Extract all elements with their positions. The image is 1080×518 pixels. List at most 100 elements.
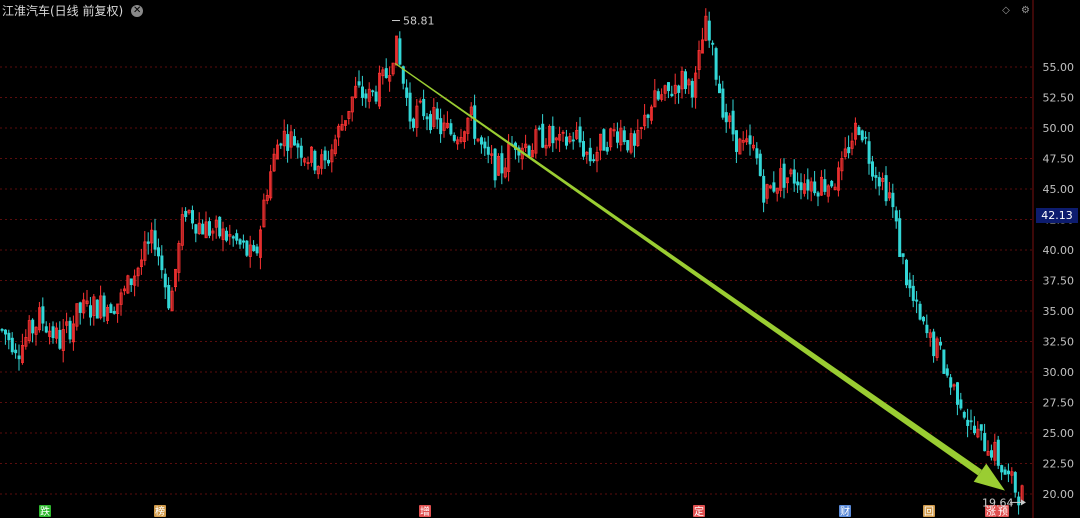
chart-toolbar: ◇ ⚙ — [994, 5, 1030, 16]
candle-body — [411, 118, 415, 128]
chart-title-bar: 江淮汽车(日线 前复权) ✕ — [2, 2, 144, 19]
candle-body — [1007, 470, 1011, 475]
candle-body — [670, 93, 674, 97]
candle-body — [830, 180, 834, 187]
candle-body — [969, 420, 973, 423]
y-tick-label: 22.50 — [1043, 458, 1075, 471]
candle-body — [184, 210, 188, 218]
y-tick-label: 37.50 — [1043, 275, 1075, 288]
candle-body — [857, 126, 861, 135]
candle-body — [422, 98, 426, 117]
candle-body — [973, 425, 977, 434]
candle-body — [911, 285, 915, 301]
candle-body — [871, 161, 875, 177]
candle-body — [449, 123, 453, 135]
candle-body — [918, 303, 922, 320]
candle-body — [735, 130, 739, 152]
candle-body — [905, 259, 909, 286]
candle-body — [95, 299, 99, 319]
candle-body — [633, 133, 637, 146]
candle-body — [238, 239, 242, 245]
y-tick-label: 25.00 — [1043, 427, 1075, 440]
candle-body — [31, 319, 35, 334]
candle-body — [58, 329, 62, 349]
candle-body — [326, 159, 330, 164]
candle-body — [473, 105, 477, 139]
candle-body — [231, 236, 235, 239]
candle-body — [384, 68, 388, 78]
current-price-tag: 42.13 — [1036, 208, 1078, 223]
candle-body — [908, 279, 912, 289]
event-marker-label: 榜 — [155, 505, 165, 518]
candle-body — [813, 181, 817, 194]
candlestick-chart[interactable]: 20.00 22.50 25.00 27.50 30.00 32.50 35.00 37.50… — [0, 0, 1080, 518]
event-marker-label: 增 — [420, 505, 430, 518]
gear-icon[interactable]: ⚙ — [1021, 5, 1030, 16]
candle-body — [44, 326, 48, 333]
candle-body — [782, 163, 786, 188]
candle-body — [167, 284, 171, 309]
candle-body — [486, 146, 490, 155]
candle-body — [656, 91, 660, 100]
candle-body — [891, 192, 895, 208]
candle-body — [956, 382, 960, 405]
candle-body — [884, 175, 888, 202]
candle-body — [721, 88, 725, 118]
y-axis: 20.00 22.50 25.00 27.50 30.00 32.50 35.00 37.50… — [1043, 61, 1075, 501]
candle-body — [68, 320, 72, 340]
candle-body — [17, 355, 21, 360]
candle-body — [129, 278, 133, 286]
candle-body — [235, 233, 239, 241]
candle-body — [218, 216, 222, 237]
candle-body — [772, 182, 776, 192]
candle-body — [571, 139, 575, 142]
candle-body — [41, 306, 45, 324]
candle-body — [874, 175, 878, 178]
candle-body — [796, 181, 800, 186]
candle-body — [398, 38, 402, 65]
candle-body — [299, 145, 303, 158]
candle-body — [806, 179, 810, 191]
candle-body — [252, 245, 256, 252]
candle-body — [160, 255, 164, 271]
candle-body — [864, 136, 868, 139]
y-tick-label: 20.00 — [1043, 488, 1075, 501]
candle-body — [925, 324, 929, 334]
candle-body — [877, 177, 881, 187]
candle-body — [10, 337, 14, 353]
y-tick-label: 45.00 — [1043, 183, 1075, 196]
candle-body — [156, 247, 160, 257]
candle-body — [292, 136, 296, 146]
candle-body — [677, 85, 681, 93]
candle-body — [996, 439, 1000, 466]
candle-body — [942, 349, 946, 374]
candle-body — [313, 150, 317, 171]
candle-body — [592, 159, 596, 162]
candle-body — [684, 71, 688, 90]
candle-body — [990, 450, 994, 458]
high-price-label: 58.81 — [403, 15, 435, 28]
candle-body — [966, 419, 970, 426]
candle-body — [493, 148, 497, 181]
candle-body — [146, 241, 150, 244]
candle-body — [405, 87, 409, 98]
diamond-icon[interactable]: ◇ — [1002, 5, 1010, 16]
trend-line-body — [394, 62, 982, 476]
y-tick-label: 40.00 — [1043, 244, 1075, 257]
close-icon[interactable]: ✕ — [131, 4, 144, 17]
candle-body — [724, 112, 728, 123]
candle-body — [425, 116, 429, 120]
candle-body — [1003, 469, 1007, 475]
candle-body — [949, 377, 953, 388]
candle-body — [582, 141, 586, 157]
candle-body — [374, 91, 378, 102]
candle-body — [714, 48, 718, 80]
candle-body — [626, 140, 630, 151]
candle-body — [224, 230, 228, 241]
y-tick-label: 52.50 — [1043, 92, 1075, 105]
candle-body — [190, 210, 194, 224]
event-marker-label: 定 — [694, 505, 704, 518]
candle-body — [194, 224, 198, 234]
candle-body — [527, 145, 531, 157]
y-tick-label: 27.50 — [1043, 397, 1075, 410]
